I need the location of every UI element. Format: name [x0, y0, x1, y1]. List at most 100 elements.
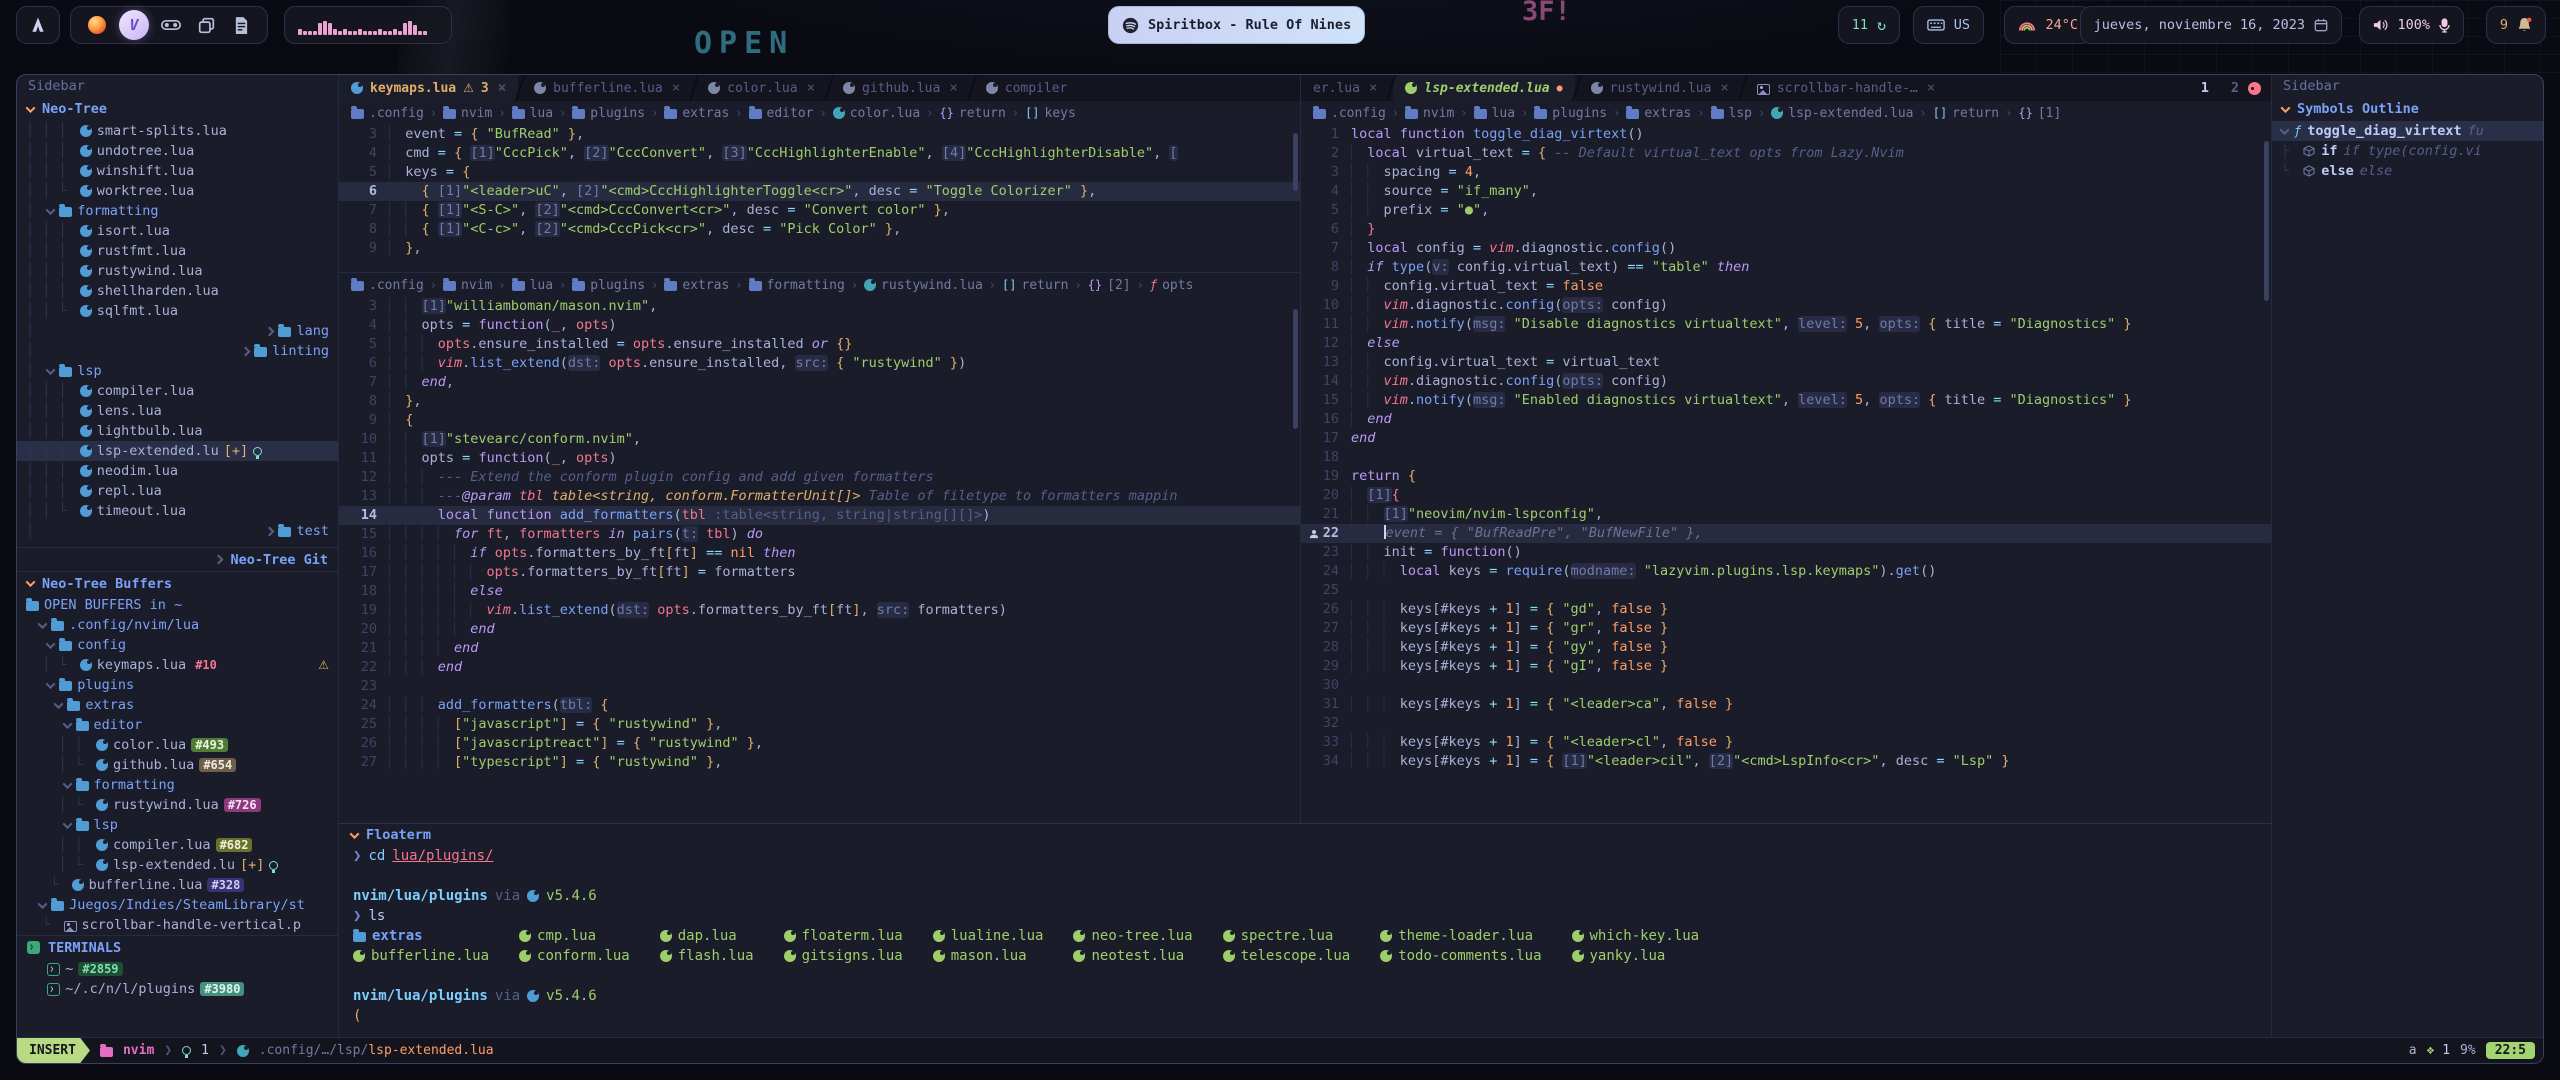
ls-item[interactable]: lualine.lua	[933, 926, 1044, 946]
window-switcher-icon[interactable]	[193, 12, 219, 38]
code-line[interactable]: 3▏ ▏ spacing = 4,	[1301, 163, 2271, 182]
code-line[interactable]: 4▏ ▏ opts = function(_, opts)	[339, 316, 1300, 335]
code-line[interactable]: 9▏ {	[339, 411, 1300, 430]
code-line[interactable]: 15▏ ▏ ▏ ▏ for ft, formatters in pairs(t:…	[339, 525, 1300, 544]
tabpage-number[interactable]: 1	[2201, 80, 2209, 96]
floaterm-header[interactable]: Floaterm	[339, 824, 2271, 846]
tree-item[interactable]: │ │ │ isort.lua	[17, 221, 338, 241]
tree-item[interactable]: │ │ │ undotree.lua	[17, 141, 338, 161]
tab[interactable]: bufferline.lua×	[522, 75, 692, 101]
chevron-down-icon[interactable]	[46, 679, 56, 689]
code-line[interactable]: 1local function toggle_diag_virtext()	[1301, 125, 2271, 144]
code-line[interactable]: 7▏ ▏ end,	[339, 373, 1300, 392]
tree-item[interactable]: │ │ │ lens.lua	[17, 401, 338, 421]
tree-item[interactable]: Juegos/Indies/SteamLibrary/st	[17, 895, 338, 915]
tree-item[interactable]: .config/nvim/lua	[17, 615, 338, 635]
code-line[interactable]: 27▏ ▏ ▏ ▏ ["typescript"] = { "rustywind"…	[339, 753, 1300, 772]
tabpage-number[interactable]: 2	[2231, 80, 2239, 96]
code-line[interactable]: 22▏ ▏ event = { "BufReadPre", "BufNewFil…	[1301, 524, 2271, 543]
code-line[interactable]: 25▏ ▏ ▏ ▏ ["javascript"] = { "rustywind"…	[339, 715, 1300, 734]
floaterm-window[interactable]: Floaterm ❯ cd lua/plugins/ nvim/lua/plug…	[339, 823, 2271, 1037]
tree-item[interactable]: │ │ └ timeout.lua	[17, 501, 338, 521]
tree-item[interactable]: formatting	[17, 775, 338, 795]
tree-item[interactable]: │ │ │ compiler.lua	[17, 381, 338, 401]
code-line[interactable]: 2▏ local virtual_text = { -- Default vir…	[1301, 144, 2271, 163]
code-line[interactable]: 6▏ }	[1301, 220, 2271, 239]
close-all-icon[interactable]	[2248, 82, 2261, 95]
breadcrumb-item[interactable]: rustywind.lua	[864, 278, 983, 293]
updates-widget[interactable]: 11	[1838, 6, 1900, 44]
neo-tree-git-header[interactable]: Neo-Tree Git	[17, 547, 338, 571]
breadcrumb-item[interactable]: extras	[664, 278, 729, 293]
close-icon[interactable]: ×	[1720, 80, 1728, 96]
code-line[interactable]: 20▏ [1]{	[1301, 486, 2271, 505]
code-line[interactable]: 10▏ ▏ [1]"stevearc/conform.nvim",	[339, 430, 1300, 449]
code-line[interactable]: 4▏ ▏ source = "if_many",	[1301, 182, 2271, 201]
tab[interactable]: er.lua×	[1301, 75, 1389, 101]
code-line[interactable]: 33▏ ▏ ▏ keys[#keys + 1] = { "<leader>cl"…	[1301, 733, 2271, 752]
tree-item[interactable]: lsp	[17, 815, 338, 835]
code-line[interactable]: 14▏ ▏ ▏ local function add_formatters(tb…	[339, 506, 1300, 525]
neo-tree-files-header[interactable]: Neo-Tree	[17, 97, 338, 121]
neovim-icon[interactable]: V	[119, 10, 149, 40]
code-line[interactable]: 3▏ ▏ [1]"williamboman/mason.nvim",	[339, 297, 1300, 316]
code-line[interactable]: 18	[1301, 448, 2271, 467]
code-line[interactable]: 9▏ },	[339, 239, 1300, 258]
weather-widget[interactable]: 24°C	[2004, 6, 2092, 44]
code-line[interactable]: 21▏ ▏ ▏ ▏ end	[339, 639, 1300, 658]
tree-item[interactable]: └ scrollbar-handle-vertical.p	[17, 915, 338, 935]
close-icon[interactable]: ×	[1369, 80, 1377, 96]
code-line[interactable]: 12▏ else	[1301, 334, 2271, 353]
launcher-button[interactable]	[16, 6, 60, 44]
code-line[interactable]: 17▏ ▏ ▏ ▏ ▏ ▏ opts.formatters_by_ft[ft] …	[339, 563, 1300, 582]
breadcrumb-item[interactable]: {}return	[939, 106, 1005, 121]
ls-item[interactable]: neotest.lua	[1073, 946, 1192, 966]
code-line[interactable]: 13▏ ▏ config.virtual_text = virtual_text	[1301, 353, 2271, 372]
ls-item[interactable]: bufferline.lua	[353, 946, 489, 966]
tree-item[interactable]: │ └ lsp-extended.lu[+]	[17, 855, 338, 875]
tree-item[interactable]: │ │ │ rustfmt.lua	[17, 241, 338, 261]
close-icon[interactable]: ×	[498, 80, 506, 96]
tab[interactable]: github.lua×	[831, 75, 970, 101]
ls-item[interactable]: theme-loader.lua	[1380, 926, 1541, 946]
chevron-down-icon[interactable]	[54, 699, 64, 709]
code-line[interactable]: 5▏ keys = {	[339, 163, 1300, 182]
breadcrumb-item[interactable]: nvim	[443, 106, 492, 121]
breadcrumb-item[interactable]: plugins	[572, 278, 645, 293]
code-line[interactable]: 19return {	[1301, 467, 2271, 486]
tree-item[interactable]: config	[17, 635, 338, 655]
code-line[interactable]: 26▏ ▏ ▏ keys[#keys + 1] = { "gd", false …	[1301, 600, 2271, 619]
ls-item[interactable]: cmp.lua	[519, 926, 630, 946]
ls-item[interactable]: yanky.lua	[1572, 946, 1700, 966]
tree-item[interactable]: │ │ └ worktree.lua	[17, 181, 338, 201]
ls-item[interactable]: conform.lua	[519, 946, 630, 966]
chevron-down-icon[interactable]	[38, 899, 48, 909]
code-line[interactable]: 11▏ ▏ opts = function(_, opts)	[339, 449, 1300, 468]
code-line[interactable]: 29▏ ▏ ▏ keys[#keys + 1] = { "gI", false …	[1301, 657, 2271, 676]
code-line[interactable]: 5▏ ▏ prefix = "●",	[1301, 201, 2271, 220]
breadcrumb-item[interactable]: ƒopts	[1150, 278, 1194, 293]
tree-item[interactable]: extras	[17, 695, 338, 715]
breadcrumb-item[interactable]: plugins	[1534, 106, 1607, 121]
ls-item[interactable]: todo-comments.lua	[1380, 946, 1541, 966]
breadcrumb-item[interactable]: lsp	[1711, 106, 1752, 121]
ls-item[interactable]: neo-tree.lua	[1073, 926, 1192, 946]
firefox-icon[interactable]	[84, 12, 110, 38]
ls-item[interactable]: gitsigns.lua	[784, 946, 903, 966]
code-line[interactable]: 34▏ ▏ ▏ keys[#keys + 1] = { [1]"<leader>…	[1301, 752, 2271, 771]
code-line[interactable]: 5▏ ▏ ▏ opts.ensure_installed = opts.ensu…	[339, 335, 1300, 354]
ls-item[interactable]: which-key.lua	[1572, 926, 1700, 946]
code-line[interactable]: 27▏ ▏ ▏ keys[#keys + 1] = { "gr", false …	[1301, 619, 2271, 638]
tree-item[interactable]: │ │ │ shellharden.lua	[17, 281, 338, 301]
code-line[interactable]: 28▏ ▏ ▏ keys[#keys + 1] = { "gy", false …	[1301, 638, 2271, 657]
date-widget[interactable]: jueves, noviembre 16, 2023	[2080, 6, 2342, 44]
ls-item[interactable]: floaterm.lua	[784, 926, 903, 946]
breadcrumb-item[interactable]: []keys	[1025, 106, 1076, 121]
ls-item[interactable]: dap.lua	[660, 926, 754, 946]
breadcrumb-item[interactable]: nvim	[443, 278, 492, 293]
breadcrumb-item[interactable]: lua	[1474, 106, 1515, 121]
code-line[interactable]: 7▏ local config = vim.diagnostic.config(…	[1301, 239, 2271, 258]
keyboard-layout-widget[interactable]: US	[1913, 6, 1984, 44]
tree-item[interactable]: OPEN BUFFERS in ~	[17, 595, 338, 615]
code-line[interactable]: 22▏ ▏ ▏ end	[339, 658, 1300, 677]
